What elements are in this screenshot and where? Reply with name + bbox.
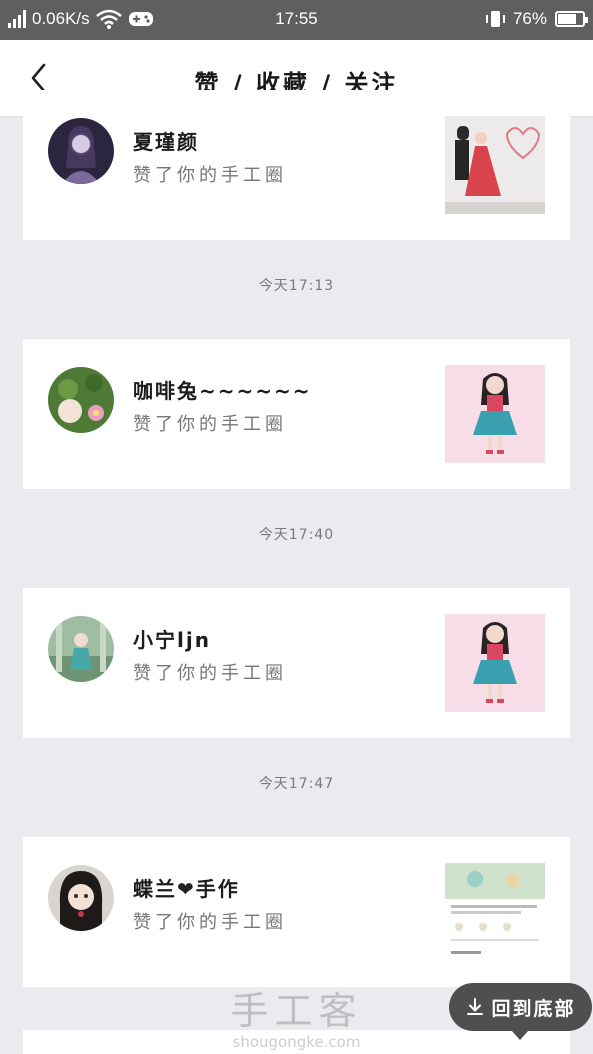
user-name[interactable]: 咖啡兔~~~~~~: [133, 375, 312, 404]
timestamp: 今天17:40: [258, 527, 335, 543]
user-name-part: 手作: [195, 877, 240, 901]
user-name[interactable]: 夏瑾颜: [133, 126, 199, 155]
status-bar: 0.06K/s 17:55 76%: [0, 0, 593, 40]
battery-percent: 76%: [512, 9, 547, 28]
post-thumbnail[interactable]: [445, 365, 545, 463]
avatar[interactable]: [48, 616, 114, 682]
download-icon: [467, 998, 484, 1015]
post-thumbnail[interactable]: [445, 614, 545, 712]
action-text: 赞了你的手工圈: [133, 912, 287, 933]
avatar[interactable]: [48, 865, 114, 931]
post-thumbnail[interactable]: [445, 116, 545, 214]
user-name-part: 蝶兰: [133, 877, 177, 901]
action-text: 赞了你的手工圈: [133, 663, 287, 684]
user-name[interactable]: 小宁ljn: [133, 624, 211, 653]
battery-icon: [555, 11, 588, 27]
avatar[interactable]: [48, 118, 114, 184]
list-item[interactable]: 夏瑾颜 赞了你的手工圈: [23, 90, 570, 240]
list-item[interactable]: 小宁ljn 赞了你的手工圈: [23, 588, 570, 738]
scroll-to-bottom-label: 回到底部: [491, 997, 576, 1020]
watermark-url: shougongke.com: [232, 1033, 361, 1051]
list-item[interactable]: 蝶兰❤手作 赞了你的手工圈: [23, 837, 570, 987]
action-text: 赞了你的手工圈: [133, 165, 287, 186]
avatar[interactable]: [48, 367, 114, 433]
list-item[interactable]: 咖啡兔~~~~~~ 赞了你的手工圈: [23, 339, 570, 489]
user-name[interactable]: 蝶兰❤手作: [133, 873, 240, 902]
timestamp: 今天17:13: [258, 278, 335, 294]
timestamp: 今天17:47: [258, 776, 335, 792]
vibrate-icon: [485, 11, 505, 27]
heart-icon: ❤: [177, 877, 196, 901]
scroll-to-bottom-button[interactable]: 回到底部: [449, 983, 592, 1040]
post-thumbnail[interactable]: [445, 863, 545, 961]
action-text: 赞了你的手工圈: [133, 414, 287, 435]
